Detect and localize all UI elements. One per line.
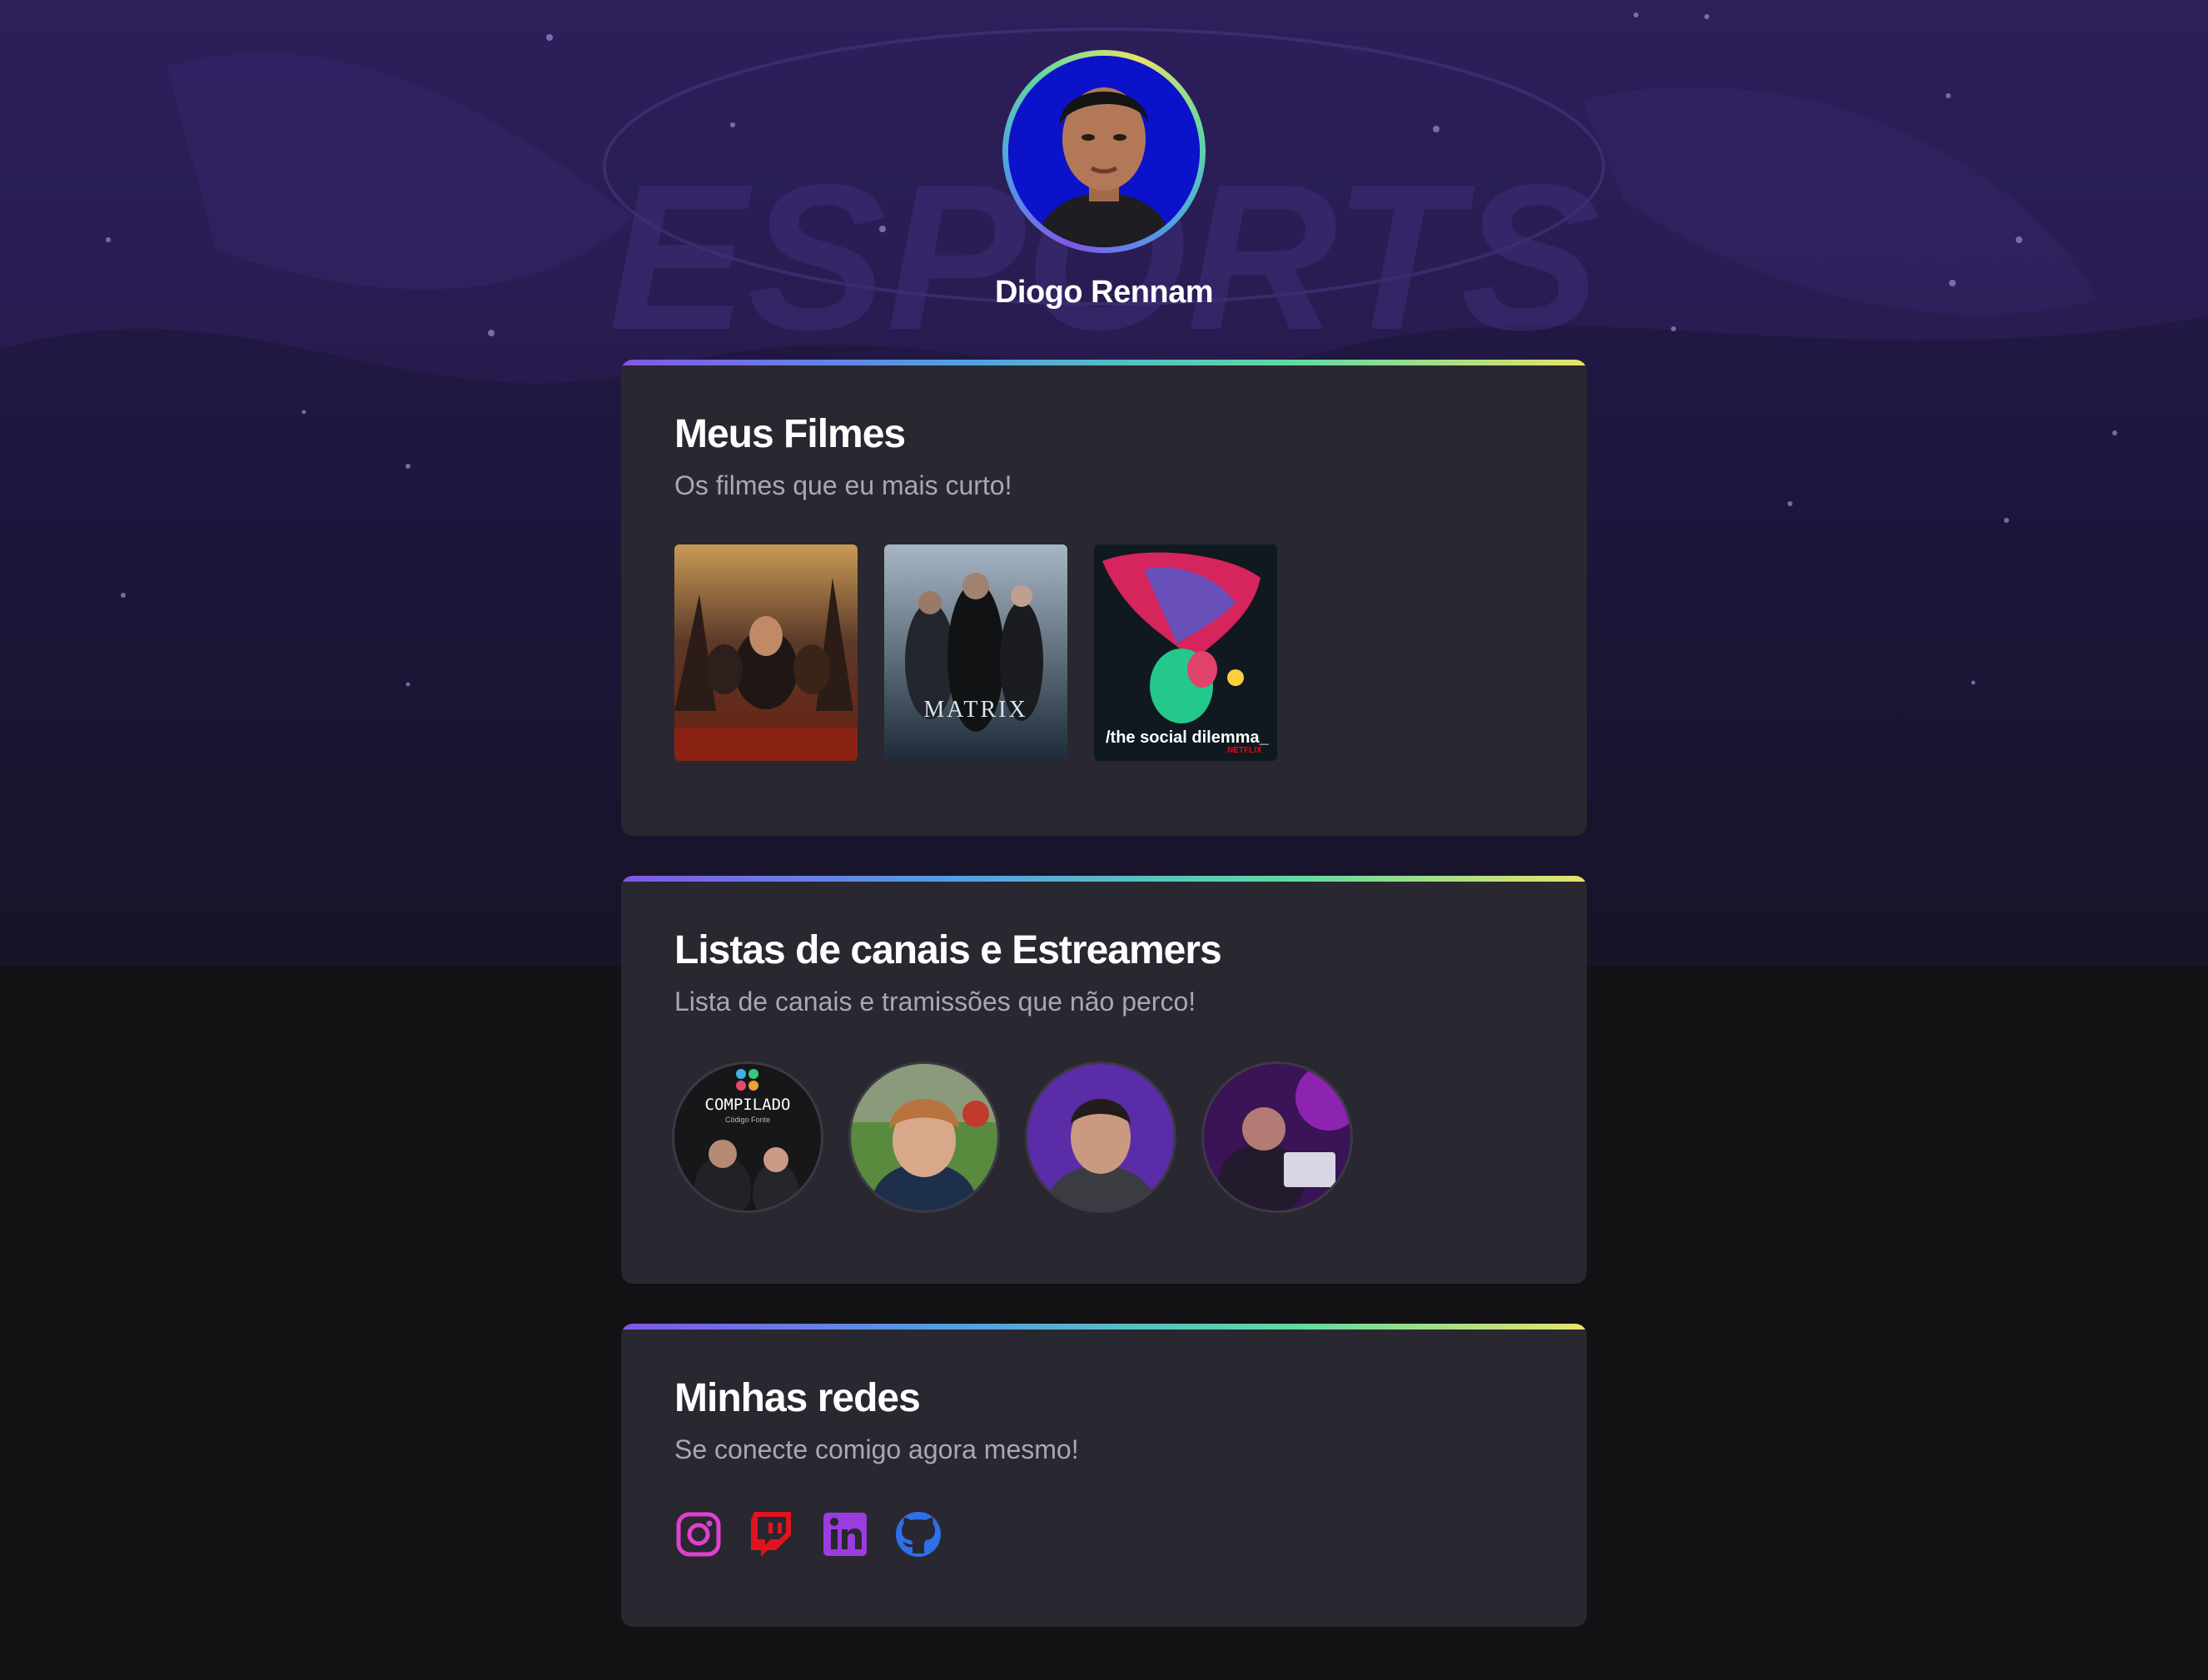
channels-card: Listas de canais e Estreamers Lista de c… [621, 876, 1587, 1284]
profile-name: Diogo Rennam [994, 275, 1214, 310]
channel-streamer-2[interactable] [851, 1064, 997, 1210]
channel-streamer-3[interactable] [1027, 1064, 1174, 1210]
film-poster-matrix[interactable]: MATRIX [884, 544, 1067, 761]
github-icon [896, 1512, 941, 1557]
linkedin-link[interactable] [821, 1510, 869, 1558]
film-poster-harry-potter[interactable] [674, 544, 858, 761]
films-card: Meus Filmes Os filmes que eu mais curto! [621, 360, 1587, 836]
film-poster-social-dilemma[interactable]: /the social dilemma_ NETFLIX [1094, 544, 1277, 761]
compilado-sub: Código Fonte [725, 1116, 770, 1124]
profile-header: Diogo Rennam [0, 50, 2208, 311]
linkedin-icon [823, 1513, 867, 1556]
compilado-caption: COMPILADO [705, 1096, 791, 1114]
socials-card: Minhas redes Se conecte comigo agora mes… [621, 1324, 1587, 1627]
matrix-caption: MATRIX [923, 697, 1027, 723]
social-links [674, 1510, 1534, 1558]
channel-streamer-4[interactable] [1204, 1064, 1350, 1210]
instagram-icon [676, 1512, 721, 1557]
instagram-link[interactable] [674, 1510, 723, 1558]
twitch-link[interactable] [748, 1510, 796, 1558]
avatar-ring [1002, 50, 1206, 253]
socials-title: Minhas redes [674, 1376, 921, 1420]
twitch-icon [751, 1512, 791, 1557]
social-dilemma-caption: /the social dilemma_ [1106, 728, 1270, 747]
socials-subtitle: Se conecte comigo agora mesmo! [674, 1434, 1079, 1464]
avatar [1008, 56, 1200, 247]
netflix-badge: NETFLIX [1227, 746, 1262, 755]
films-title: Meus Filmes [674, 412, 906, 456]
channels-subtitle: Lista de canais e tramissões que não per… [674, 987, 1196, 1016]
films-subtitle: Os filmes que eu mais curto! [674, 470, 1012, 500]
page: ESPORTS Diogo Rennam Meus Filmes Os film… [0, 0, 2208, 1680]
channels-list: COMPILADO Código Fonte [674, 1064, 1534, 1210]
channels-title: Listas de canais e Estreamers [674, 928, 1222, 972]
channel-compilado[interactable]: COMPILADO Código Fonte [674, 1064, 821, 1210]
films-list: MATRIX /the social dilemma_ NETFLIX [674, 544, 1534, 761]
github-link[interactable] [894, 1510, 942, 1558]
